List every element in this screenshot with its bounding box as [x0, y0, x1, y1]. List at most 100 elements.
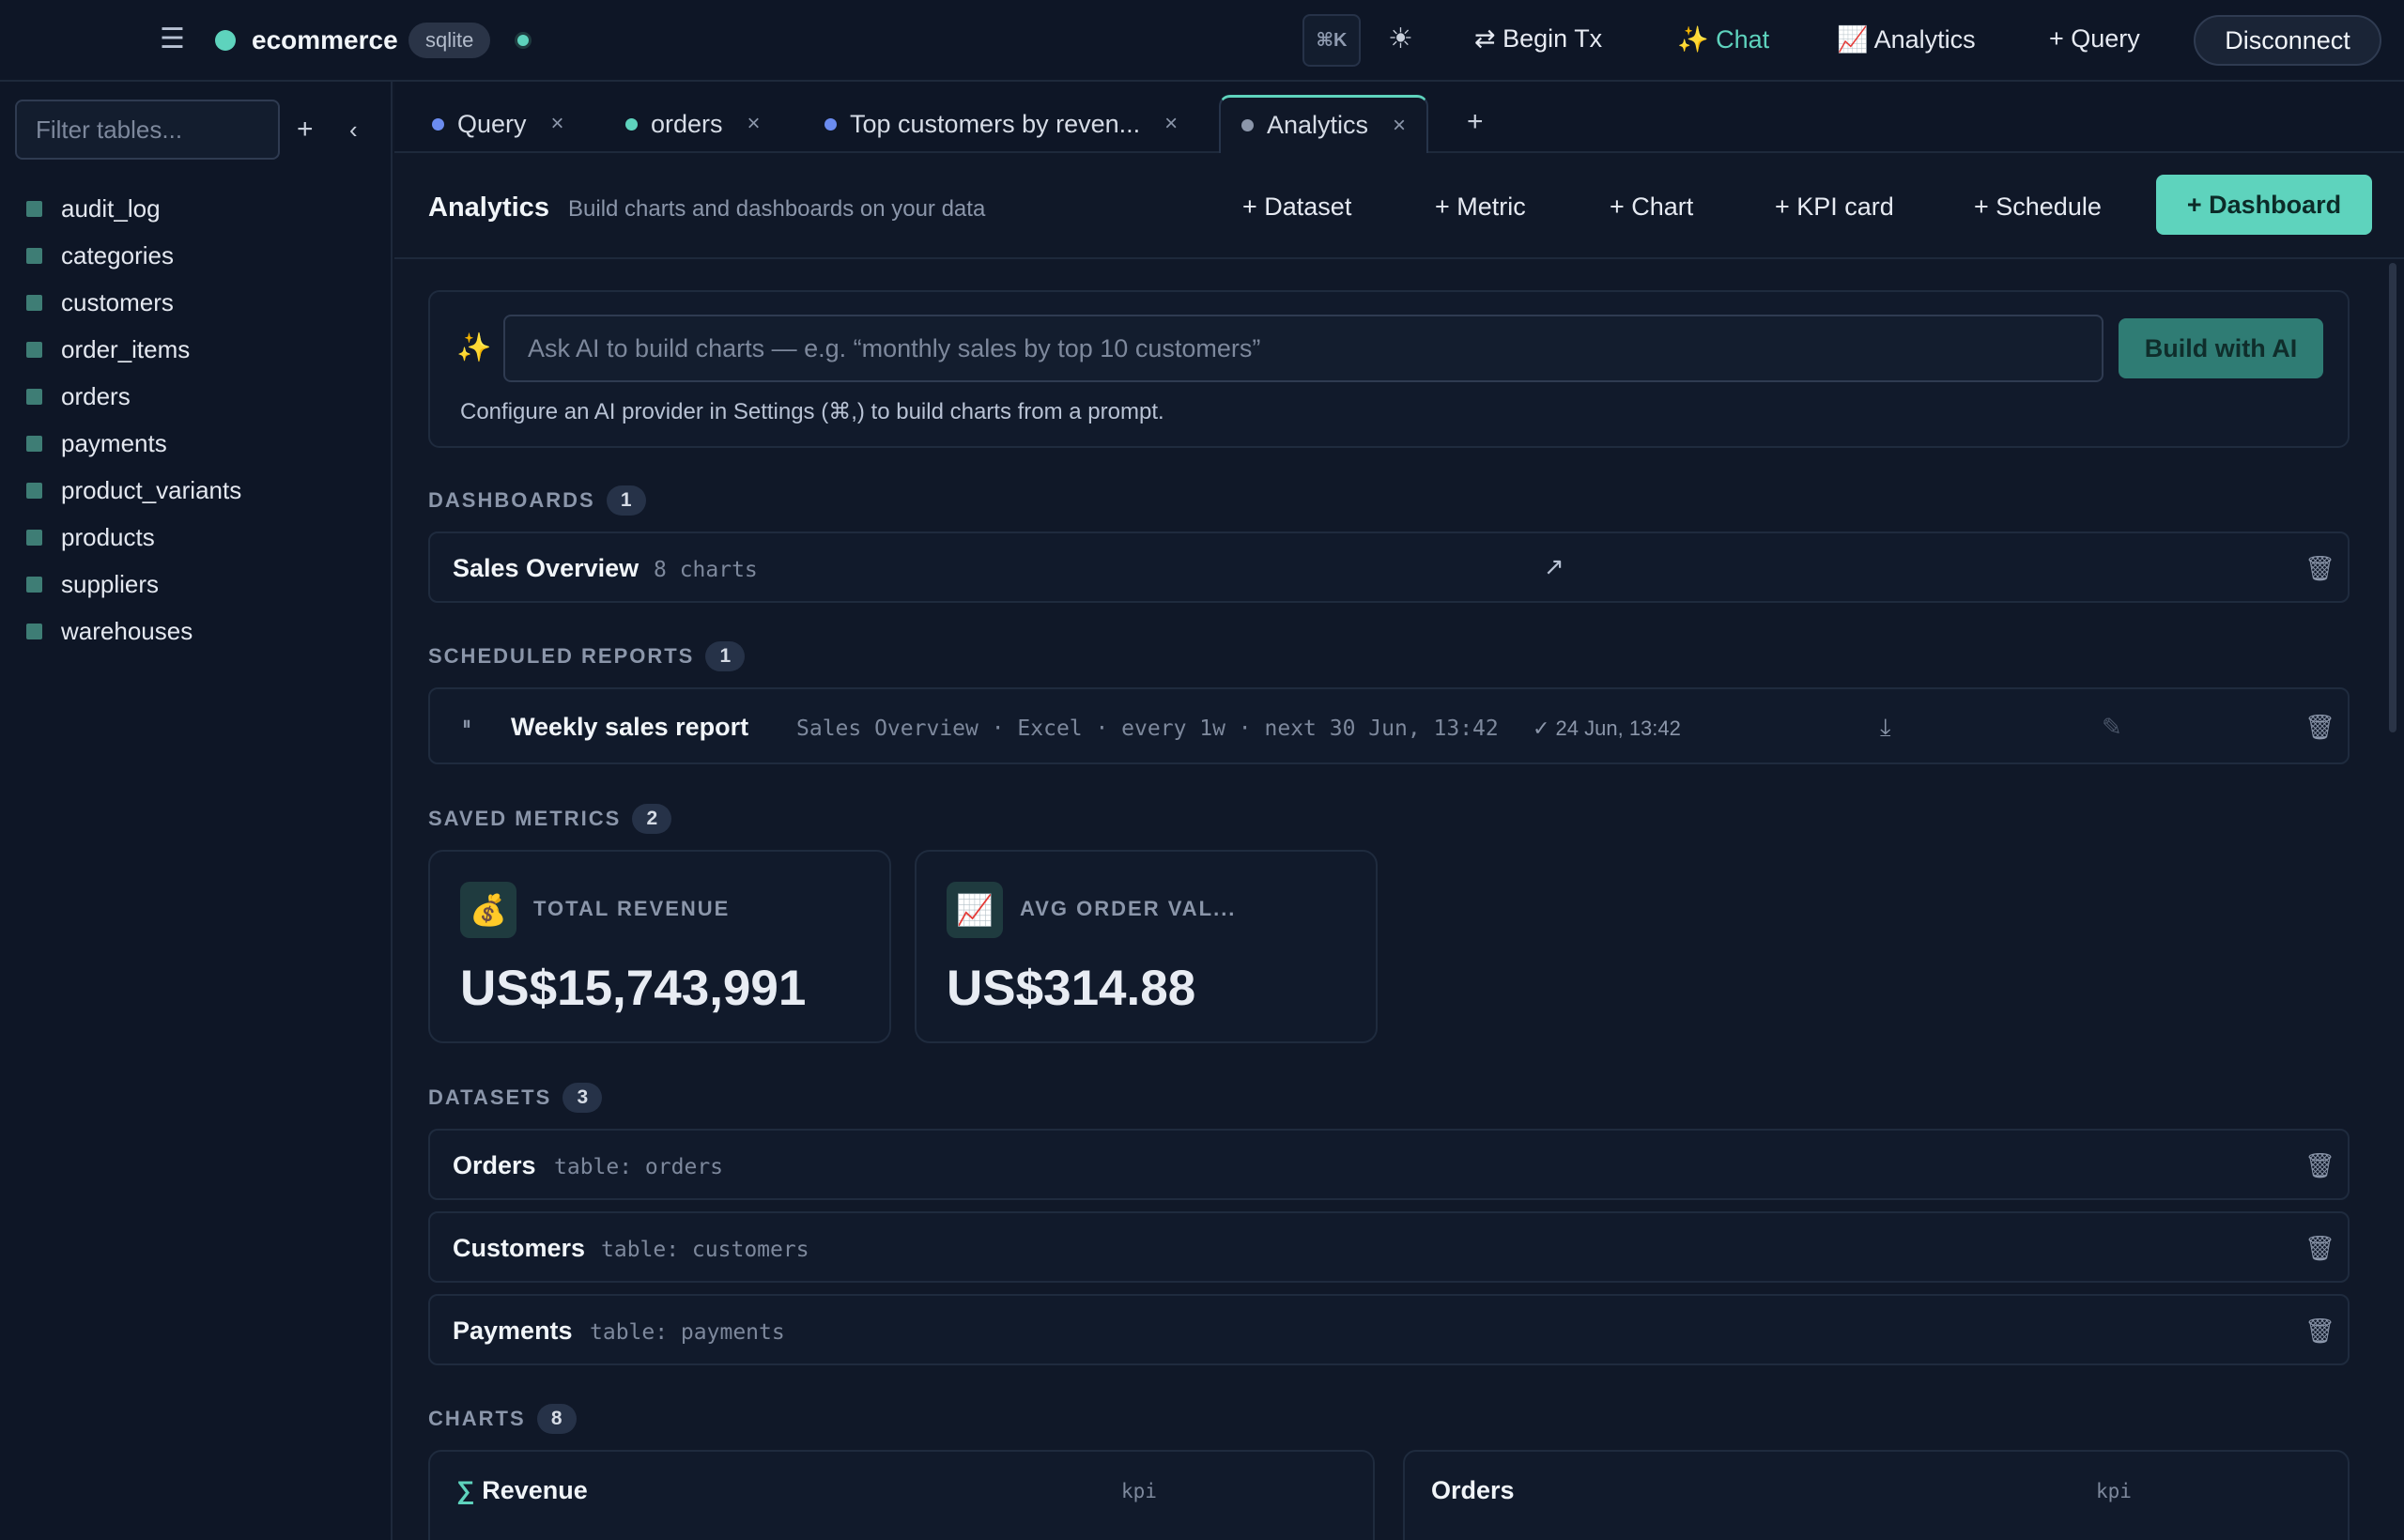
download-icon[interactable]: ⤓	[1880, 713, 1891, 743]
analytics-header: Analytics Build charts and dashboards on…	[394, 153, 2404, 259]
table-item[interactable]: audit_log	[26, 185, 241, 232]
database-type-badge: sqlite	[408, 23, 491, 58]
table-icon	[26, 247, 42, 264]
table-item[interactable]: products	[26, 514, 241, 561]
dataset-name: Orders	[453, 1151, 536, 1179]
collapse-sidebar-button[interactable]: ‹	[349, 116, 358, 145]
table-item[interactable]: suppliers	[26, 561, 241, 608]
table-icon	[26, 529, 42, 546]
table-item[interactable]: categories	[26, 232, 241, 279]
begin-transaction-button[interactable]: ⇄ Begin Tx	[1474, 24, 1602, 54]
datasets-heading: DATASETS 3	[428, 1083, 603, 1113]
tab-query[interactable]: Query ×	[432, 95, 564, 153]
tab-label: orders	[651, 109, 723, 138]
count-badge: 1	[606, 485, 646, 516]
close-icon[interactable]: ×	[1164, 111, 1178, 137]
add-kpi-card-button[interactable]: + KPI card	[1775, 192, 1894, 222]
tab-analytics[interactable]: Analytics ×	[1219, 95, 1429, 153]
tab-label: Query	[457, 109, 527, 138]
analytics-button[interactable]: 📈 Analytics	[1837, 24, 1976, 54]
section-title: SCHEDULED REPORTS	[428, 644, 695, 668]
new-tab-button[interactable]: +	[1467, 106, 1484, 138]
tab-dot-icon	[1241, 119, 1254, 131]
ai-prompt-input[interactable]	[503, 315, 2104, 382]
sun-icon[interactable]: ☀	[1388, 23, 1413, 55]
dashboard-row[interactable]: Sales Overview 8 charts ↗ 🗑	[428, 531, 2350, 603]
chart-card-revenue[interactable]: ∑ Revenue kpi	[428, 1450, 1375, 1540]
close-icon[interactable]: ×	[551, 111, 564, 137]
table-item[interactable]: payments	[26, 420, 241, 467]
trash-icon[interactable]: 🗑	[2304, 1317, 2335, 1346]
report-name: Weekly sales report	[511, 713, 749, 741]
section-title: CHARTS	[428, 1407, 526, 1430]
chart-name: ∑ Revenue	[456, 1476, 588, 1505]
table-name: audit_log	[61, 193, 161, 223]
section-title: SAVED METRICS	[428, 807, 622, 830]
database-name: ecommerce	[252, 25, 398, 54]
chart-type: kpi	[1121, 1480, 1157, 1502]
metric-card-total-revenue[interactable]: 💰 TOTAL REVENUE US$15,743,991	[428, 850, 891, 1043]
dashboards-heading: DASHBOARDS 1	[428, 485, 646, 516]
table-item[interactable]: order_items	[26, 326, 241, 373]
dataset-row[interactable]: Customers table: customers 🗑	[428, 1211, 2350, 1283]
connection-status-icon	[215, 30, 236, 51]
close-icon[interactable]: ×	[1393, 113, 1406, 139]
build-with-ai-button[interactable]: Build with AI	[2119, 318, 2323, 378]
metric-card-avg-order-value[interactable]: 📈 AVG ORDER VAL... US$314.88	[915, 850, 1378, 1043]
report-meta: Sales Overview · Excel · every 1w · next…	[796, 716, 1499, 741]
trash-icon[interactable]: 🗑	[2304, 554, 2335, 583]
scheduled-report-row[interactable]: ⏸ Weekly sales report Sales Overview · E…	[428, 687, 2350, 764]
tab-label: Analytics	[1267, 111, 1369, 139]
table-item[interactable]: product_variants	[26, 467, 241, 514]
chart-card-orders[interactable]: Orders kpi	[1403, 1450, 2350, 1540]
table-icon	[26, 388, 42, 405]
analytics-content: ✨ Build with AI Configure an AI provider…	[394, 260, 2385, 1540]
table-item[interactable]: warehouses	[26, 608, 241, 654]
page-subtitle: Build charts and dashboards on your data	[568, 196, 986, 222]
tab-orders[interactable]: orders ×	[625, 95, 761, 153]
table-icon	[26, 200, 42, 217]
dashboard-name: Sales Overview	[453, 554, 640, 582]
chart-title: Revenue	[482, 1476, 588, 1504]
table-icon	[26, 576, 42, 593]
add-metric-button[interactable]: + Metric	[1435, 192, 1526, 222]
table-name: warehouses	[61, 616, 193, 645]
open-external-icon[interactable]: ↗	[1544, 552, 1564, 581]
disconnect-button[interactable]: Disconnect	[2194, 15, 2381, 66]
count-badge: 8	[536, 1404, 577, 1434]
close-icon[interactable]: ×	[747, 111, 761, 137]
ai-builder-panel: ✨ Build with AI Configure an AI provider…	[428, 290, 2350, 448]
table-name: products	[61, 522, 155, 551]
dataset-name: Payments	[453, 1317, 573, 1345]
tab-label: Top customers by reven...	[850, 109, 1141, 138]
trash-icon[interactable]: 🗑	[2304, 1234, 2335, 1263]
connected-indicator-icon	[515, 32, 532, 49]
table-icon	[26, 341, 42, 358]
add-table-button[interactable]: +	[297, 114, 314, 146]
edit-icon[interactable]: ✎	[2102, 713, 2122, 742]
trash-icon[interactable]: 🗑	[2304, 713, 2335, 742]
command-palette-button[interactable]: ⌘K	[1302, 14, 1361, 67]
chat-button[interactable]: ✨ Chat	[1677, 24, 1769, 54]
dataset-row[interactable]: Payments table: payments 🗑	[428, 1294, 2350, 1365]
table-item[interactable]: customers	[26, 279, 241, 326]
trash-icon[interactable]: 🗑	[2304, 1151, 2335, 1180]
tab-top-customers[interactable]: Top customers by reven... ×	[824, 95, 1178, 153]
new-query-button[interactable]: + Query	[2049, 24, 2140, 54]
table-name: customers	[61, 287, 174, 316]
add-schedule-button[interactable]: + Schedule	[1974, 192, 2102, 222]
hamburger-icon[interactable]: ☰	[160, 23, 185, 55]
table-item[interactable]: orders	[26, 373, 241, 420]
scrollbar[interactable]	[2389, 263, 2396, 732]
dataset-row[interactable]: Orders table: orders 🗑	[428, 1129, 2350, 1200]
add-dashboard-button[interactable]: + Dashboard	[2156, 175, 2372, 235]
chart-increasing-icon: 📈	[947, 882, 1003, 938]
add-chart-button[interactable]: + Chart	[1610, 192, 1693, 222]
table-icon	[26, 623, 42, 639]
filter-tables-input[interactable]	[15, 100, 280, 160]
page-title: Analytics	[428, 192, 549, 223]
pause-icon[interactable]: ⏸	[462, 714, 471, 735]
metric-value: US$15,743,991	[460, 961, 807, 1016]
add-dataset-button[interactable]: + Dataset	[1242, 192, 1351, 222]
money-bag-icon: 💰	[460, 882, 516, 938]
